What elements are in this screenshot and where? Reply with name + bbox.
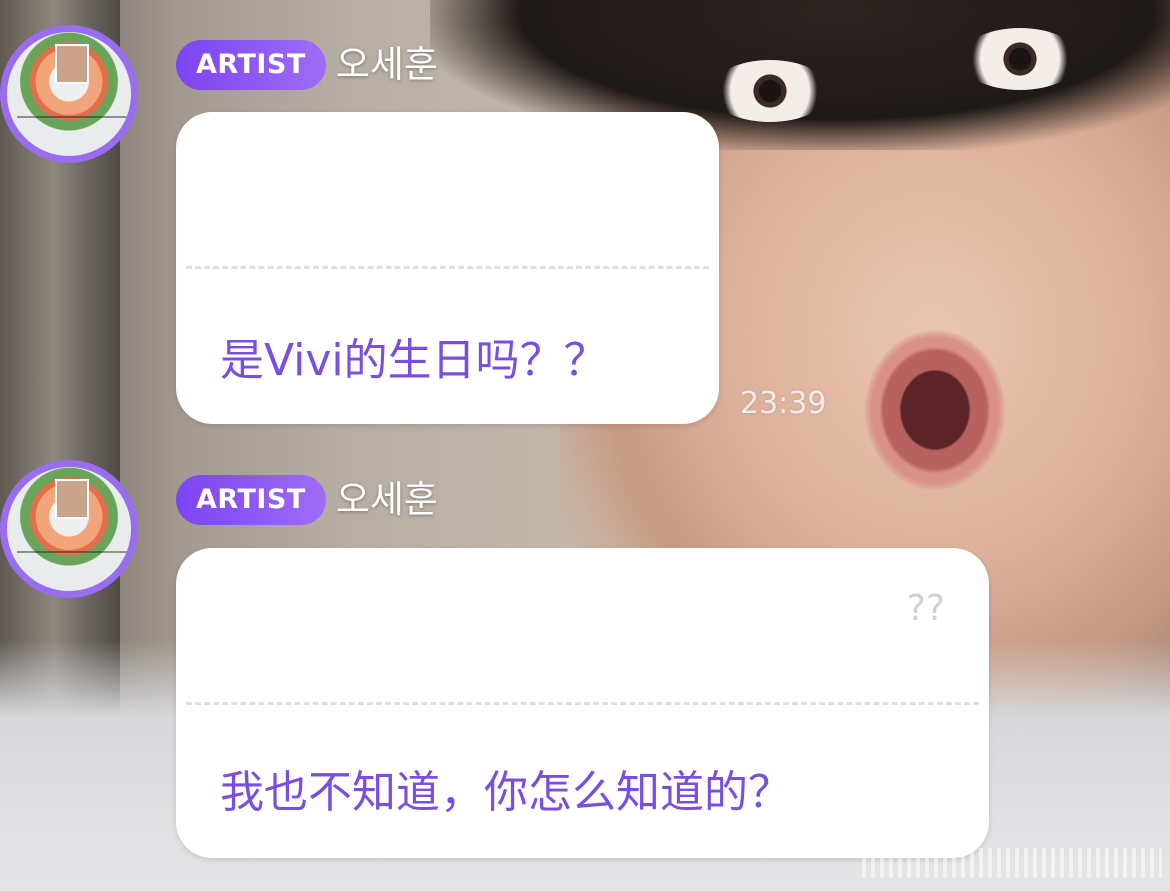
- quote-divider: [186, 266, 709, 269]
- artist-badge: ARTIST: [176, 40, 326, 90]
- background-eye-left: [710, 60, 830, 122]
- avatar-handwriting: [17, 98, 127, 118]
- message-header: ARTIST 오세훈: [176, 475, 438, 525]
- artist-avatar[interactable]: [0, 460, 138, 598]
- avatar-photo-card: [55, 44, 89, 84]
- message-bubble[interactable]: 是Vivi的生日吗？？: [176, 112, 719, 424]
- author-name[interactable]: 오세훈: [336, 40, 438, 90]
- background-eye-right: [960, 28, 1080, 90]
- watermark: [862, 848, 1162, 878]
- message-bubble[interactable]: ?? 我也不知道，你怎么知道的？: [176, 548, 989, 858]
- background-mouth: [865, 330, 1005, 490]
- avatar-photo-card: [55, 479, 89, 519]
- quoted-fan-message: [220, 152, 675, 202]
- quoted-fan-message: ??: [220, 588, 945, 638]
- quote-divider: [186, 702, 979, 705]
- message-timestamp: 23:39: [740, 386, 827, 421]
- chat-screen: ARTIST 오세훈 是Vivi的生日吗？？ 23:39 ARTIST 오세훈 …: [0, 0, 1170, 891]
- author-name[interactable]: 오세훈: [336, 475, 438, 525]
- artist-avatar[interactable]: [0, 25, 138, 163]
- message-header: ARTIST 오세훈: [176, 40, 438, 90]
- quoted-fan-message-text: ??: [906, 588, 945, 629]
- reply-text: 我也不知道，你怎么知道的？: [220, 767, 792, 818]
- artist-badge: ARTIST: [176, 475, 326, 525]
- avatar-handwriting: [17, 533, 127, 553]
- reply-text: 是Vivi的生日吗？？: [220, 335, 608, 386]
